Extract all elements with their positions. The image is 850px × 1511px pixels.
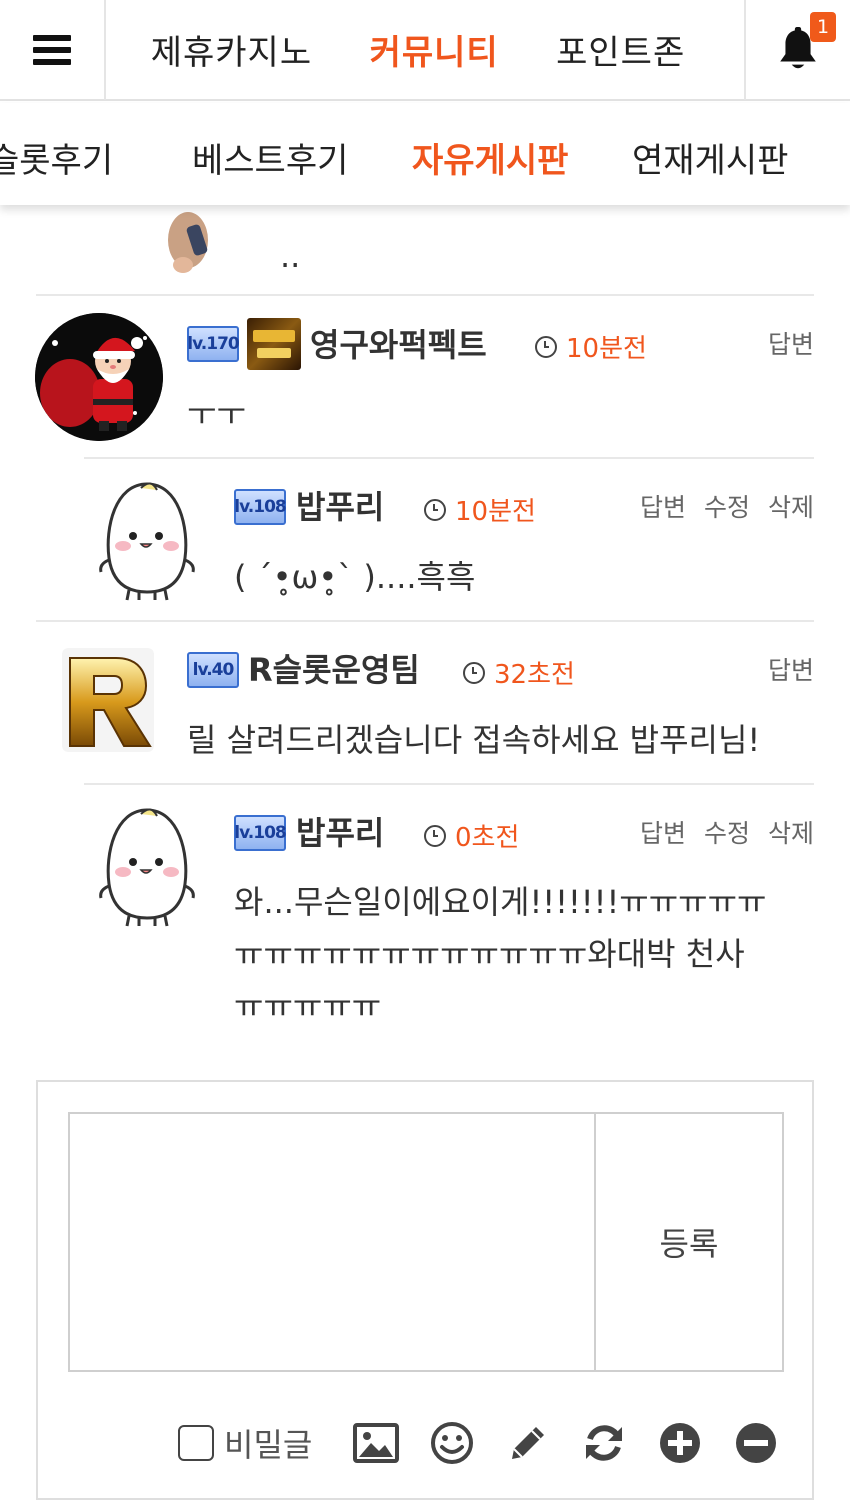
top-nav-item-affiliate-casino[interactable]: 제휴카지노 — [151, 25, 312, 74]
comment-author-nick[interactable]: R슬롯운영팀 — [248, 645, 420, 691]
clock-icon — [463, 661, 485, 684]
pencil-icon — [512, 1427, 545, 1459]
comment-text: 릴 살려드리겠습니다 접속하세요 밥푸리님! — [187, 721, 761, 759]
santa-avatar — [35, 313, 163, 441]
secret-label: 비밀글 — [224, 1426, 313, 1464]
emoji-button[interactable] — [426, 1417, 478, 1469]
edit-tool-button[interactable] — [502, 1417, 554, 1469]
comment-time-text: 10분전 — [455, 497, 536, 527]
edit-button[interactable]: 수정 — [704, 814, 750, 850]
clock-icon — [424, 498, 446, 521]
level-badge: lv.108 — [234, 489, 287, 525]
submit-button[interactable]: 등록 — [594, 1112, 784, 1372]
comment-time-text: 0초전 — [455, 823, 520, 853]
clock-icon — [424, 824, 446, 847]
sub-nav-item-best-review[interactable]: 베스트후기 — [192, 133, 348, 182]
notification-count-badge: 1 — [810, 12, 836, 42]
notifications-button[interactable]: 1 — [744, 0, 850, 100]
level-badge: lv.108 — [234, 815, 287, 851]
hamburger-menu-button[interactable] — [0, 0, 106, 100]
image-icon — [353, 1423, 400, 1463]
reply-button[interactable]: 답변 — [640, 488, 686, 524]
comment-text: ㅜㅜ — [187, 395, 246, 433]
top-navigation: 제휴카지노 커뮤니티 포인트존 1 — [0, 0, 850, 101]
comment-time-text: 10분전 — [566, 334, 647, 364]
comment-time: 10분전 — [424, 491, 536, 528]
user-emblem-icon — [247, 318, 301, 370]
r-logo-avatar — [62, 648, 154, 752]
comment-divider — [36, 294, 814, 296]
sub-nav-item-slot-review[interactable]: 슬롯후기 — [0, 133, 113, 182]
comment-time: 32초전 — [463, 654, 575, 691]
comment-actions: 답변 수정 삭제 — [640, 814, 814, 850]
comment-text-line: ㅠㅠㅠㅠㅠ — [234, 987, 382, 1025]
comment-toolbar: 비밀글 — [178, 1417, 806, 1469]
comment-actions: 답변 수정 삭제 — [640, 488, 814, 524]
rice-avatar — [95, 804, 199, 928]
expand-button[interactable] — [654, 1417, 706, 1469]
comment-textarea[interactable] — [68, 1112, 596, 1372]
comment-text: ( ´•̥ω•̥` )....흑흑 — [234, 558, 476, 596]
comment-actions: 답변 — [768, 651, 814, 687]
plus-circle-icon — [660, 1423, 701, 1463]
comment-author-nick[interactable]: 밥푸리 — [296, 482, 384, 528]
hamburger-icon — [33, 34, 71, 65]
comment-author-nick[interactable]: 밥푸리 — [296, 808, 384, 854]
edit-button[interactable]: 수정 — [704, 488, 750, 524]
emoji-icon — [431, 1422, 474, 1464]
secret-checkbox[interactable] — [178, 1425, 214, 1461]
clock-icon — [535, 335, 557, 358]
comment-text-line: 와...무슨일이에요이게!!!!!!!ㅠㅠㅠㅠㅠ — [234, 883, 767, 921]
comment-time-text: 32초전 — [494, 660, 575, 690]
delete-button[interactable]: 삭제 — [768, 814, 814, 850]
comment-time: 0초전 — [424, 817, 519, 854]
delete-button[interactable]: 삭제 — [768, 488, 814, 524]
top-nav-items: 제휴카지노 커뮤니티 포인트존 — [106, 0, 744, 100]
collapse-button[interactable] — [730, 1417, 782, 1469]
top-nav-item-community[interactable]: 커뮤니티 — [370, 25, 499, 74]
sub-navigation: 슬롯후기 베스트후기 자유게시판 연재게시판 — [0, 103, 850, 205]
comment-actions: 답변 — [768, 325, 814, 361]
refresh-button[interactable] — [578, 1417, 630, 1469]
comment-divider — [84, 783, 814, 785]
sub-nav-item-free-board[interactable]: 자유게시판 — [412, 133, 568, 182]
refresh-icon — [586, 1425, 623, 1461]
reply-button[interactable]: 답변 — [640, 814, 686, 850]
comment-divider — [36, 620, 814, 622]
minus-circle-icon — [736, 1423, 777, 1463]
level-badge: lv.40 — [187, 652, 239, 688]
top-nav-item-point-zone[interactable]: 포인트존 — [556, 25, 685, 74]
image-button[interactable] — [350, 1417, 402, 1469]
comment-author-nick[interactable]: 영구와퍽펙트 — [310, 320, 487, 366]
comment-divider — [84, 457, 814, 459]
level-badge: lv.170 — [187, 326, 240, 362]
comment-time: 10분전 — [535, 328, 647, 365]
sub-nav-item-serial-board[interactable]: 연재게시판 — [632, 133, 788, 182]
comment-write-form: 등록 비밀글 — [36, 1080, 814, 1500]
reply-button[interactable]: 답변 — [768, 325, 814, 361]
rice-avatar — [95, 478, 199, 602]
comment-text-line: ㅠㅠㅠㅠㅠㅠㅠㅠㅠㅠㅠㅠ와대박 천사 — [234, 935, 745, 973]
partial-comment-text: .. — [280, 237, 301, 275]
comment-text: 와...무슨일이에요이게!!!!!!!ㅠㅠㅠㅠㅠ ㅠㅠㅠㅠㅠㅠㅠㅠㅠㅠㅠㅠ와대박… — [234, 876, 766, 1032]
reply-button[interactable]: 답변 — [768, 651, 814, 687]
